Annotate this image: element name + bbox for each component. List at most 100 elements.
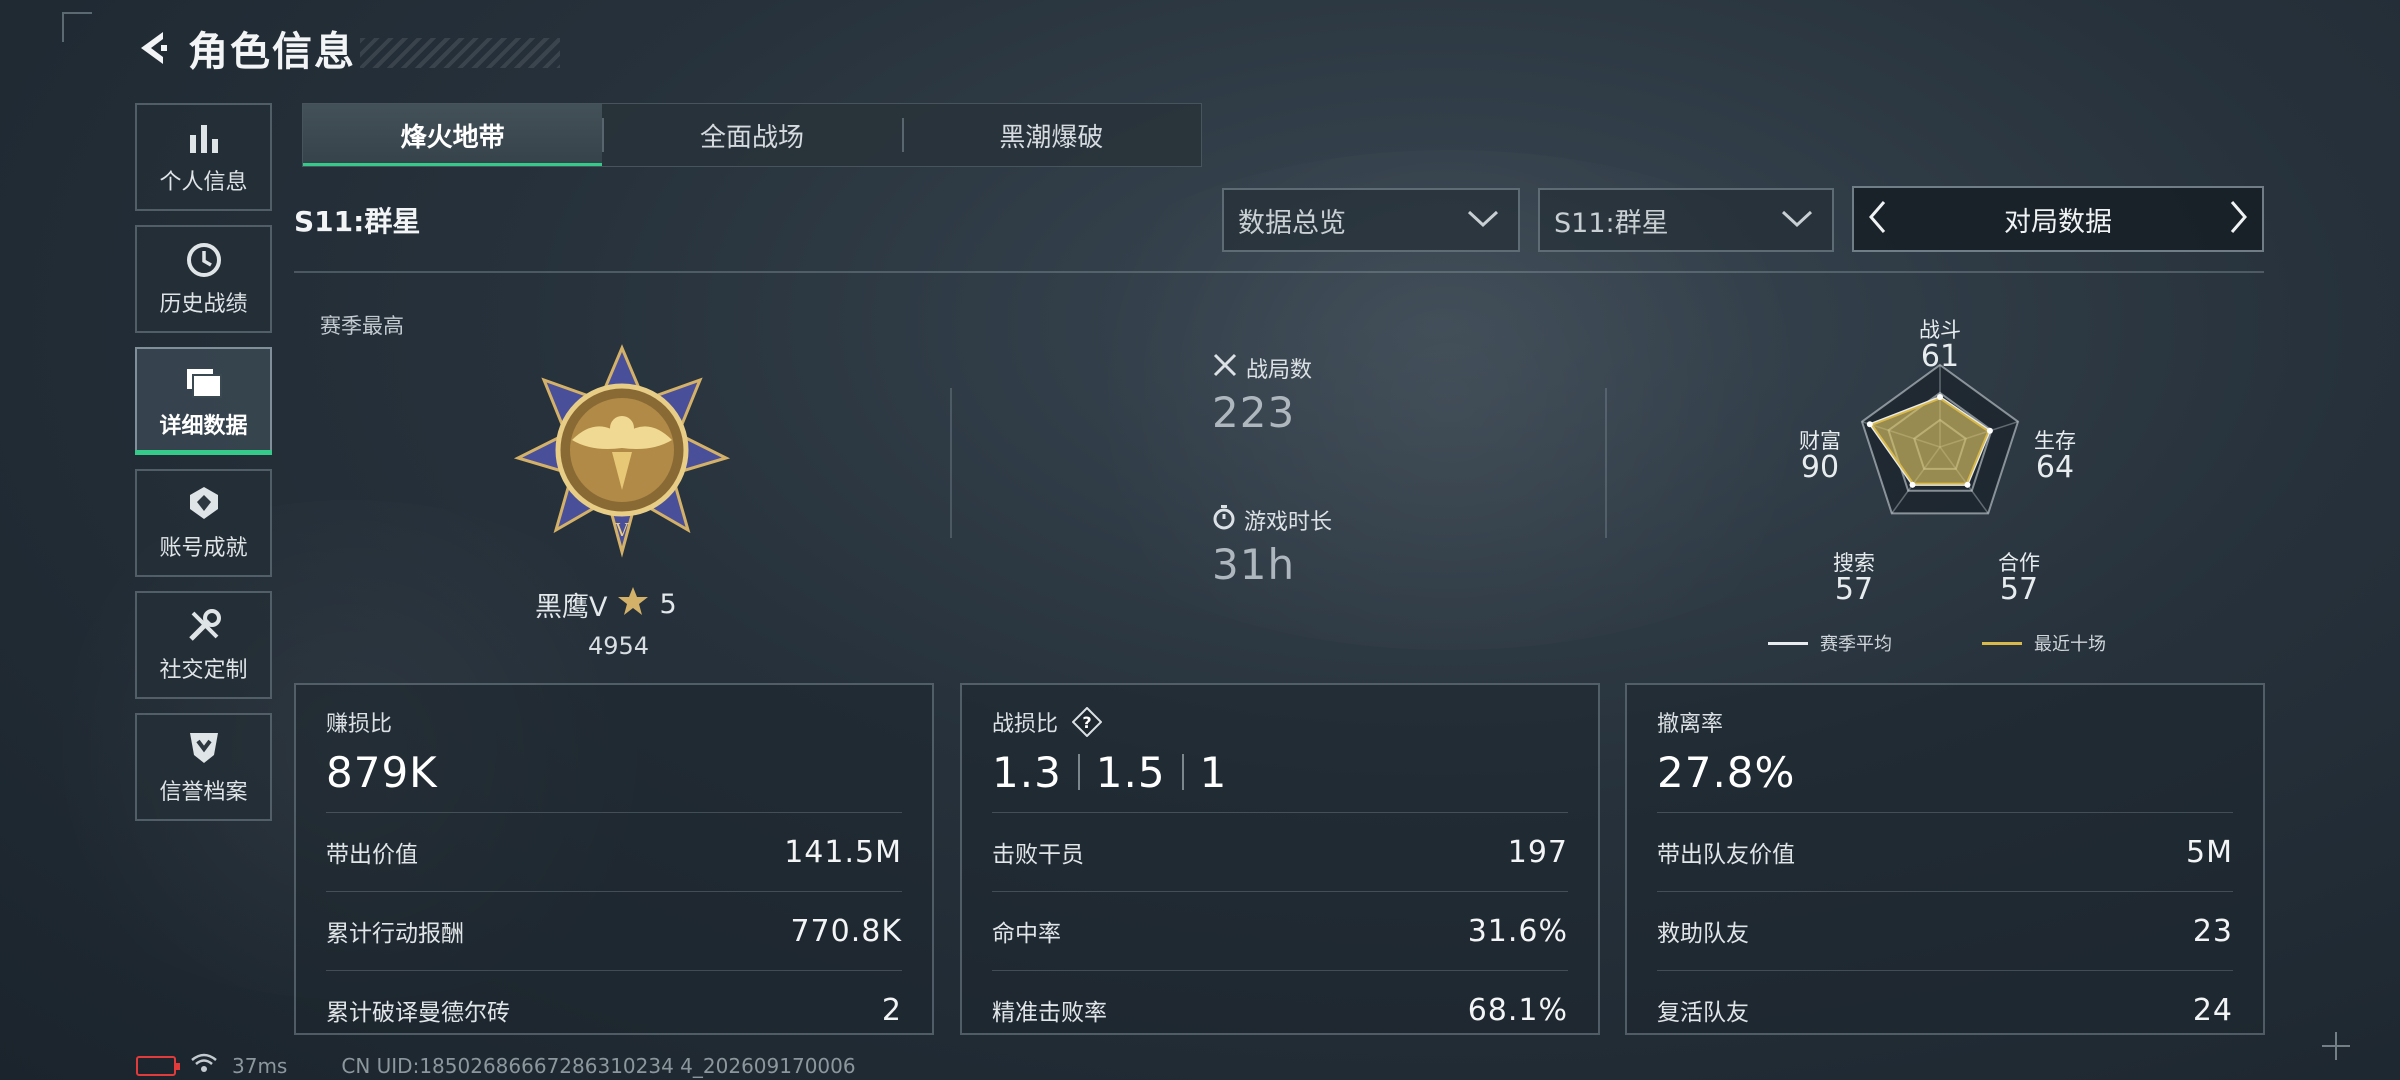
battery-icon [136,1055,180,1076]
sidebar-item-label: 历史战绩 [159,292,248,317]
rank-medal-icon: V [512,340,732,560]
card-big-value: 879K [326,747,438,797]
row-value: 141.5M [784,834,902,870]
sidebar-item-label: 账号成就 [159,536,248,561]
row-value: 23 [2192,913,2233,949]
row-label: 累计行动报酬 [326,921,464,947]
rank-score: 4954 [588,632,650,660]
legend-recent-ten: 最近十场 [1982,630,2106,656]
wrench-icon [185,606,223,646]
chevron-left-icon[interactable] [1866,199,1888,239]
stat-row: 救助队友 23 [1657,891,2233,970]
ratio-divider [1181,754,1184,790]
rank-name: 黑鹰Ⅴ [535,592,608,623]
chevron-right-icon[interactable] [2228,199,2250,239]
wifi-icon [190,1052,218,1079]
overview-dropdown[interactable]: 数据总览 [1222,188,1520,252]
radar-label-cooperation: 合作 57 [1998,551,2040,608]
season-label: S11:群星 [294,205,421,238]
rank-stars: 5 [659,589,677,620]
dropdown-value: S11:群星 [1554,207,1669,239]
sidebar-item-label: 社交定制 [159,658,248,683]
row-label: 击败干员 [992,842,1084,868]
data-pager: 对局数据 [1852,186,2264,252]
stat-row: 精准击败率 68.1% [992,970,1568,1049]
clock-icon [186,240,222,280]
legend-label: 赛季平均 [1820,634,1892,655]
radar-label-combat: 战斗 61 [1919,318,1961,375]
playtime-value: 31h [1212,540,1296,589]
row-value: 31.6% [1467,913,1568,949]
row-value: 197 [1507,834,1568,870]
season-dropdown[interactable]: S11:群星 [1538,188,1834,252]
radar-chart: 战斗 61 生存 64 合作 57 搜索 57 财富 90 [1780,312,2100,605]
row-label: 带出队友价值 [1657,842,1795,868]
vertical-divider [1605,388,1607,538]
ratio-divider [1077,754,1080,790]
pager-title: 对局数据 [2004,206,2112,238]
stat-row: 累计破译曼德尔砖 2 [326,970,902,1049]
svg-text:?: ? [1082,713,1091,732]
kd-card: 战损比 ? 1.3 1.5 1 击败干员 197 命中率 31.6% 精准击败率 68… [960,683,1600,1035]
radar-point [1866,421,1873,428]
ratio-value: 1 [1199,747,1228,797]
help-icon[interactable]: ? [1072,707,1103,737]
tab-fire-zone[interactable]: 烽火地带 [303,104,603,166]
row-label: 累计破译曼德尔砖 [326,1000,510,1026]
ratio-value: 1.3 [992,747,1062,797]
row-value: 68.1% [1467,992,1568,1028]
card-title: 赚损比 [326,712,393,737]
matches-label: 战局数 [1246,358,1313,383]
card-title: 战损比 [992,712,1059,737]
dropdown-value: 数据总览 [1238,207,1346,239]
radar-label-survival: 生存 64 [2034,429,2076,486]
row-label: 复活队友 [1657,1000,1749,1026]
radar-label-search: 搜索 57 [1833,551,1875,608]
sidebar-item-social[interactable]: 社交定制 [135,591,272,699]
stat-row: 复活队友 24 [1657,970,2233,1049]
radar-point [1937,393,1943,400]
profit-card: 赚损比 879K 带出价值 141.5M 累计行动报酬 770.8K 累计破译曼德尔… [294,683,934,1035]
row-value: 2 [881,992,902,1028]
chevron-down-icon [1780,205,1814,236]
folder-icon [185,362,223,402]
row-label: 精准击败率 [992,1000,1107,1026]
section-divider [294,271,2264,273]
back-arrow-icon[interactable] [130,24,178,72]
ratio-value: 1.5 [1095,747,1166,797]
tab-black-tide[interactable]: 黑潮爆破 [901,104,1201,166]
card-title: 撤离率 [1657,712,1724,737]
stat-row: 命中率 31.6% [992,891,1568,970]
status-footer: 37ms CN UID:18502686667286310234 4_20260… [136,1052,856,1079]
matches-value: 223 [1212,388,1296,437]
extract-card: 撤离率 27.8% 带出队友价值 5M 救助队友 23 复活队友 24 [1625,683,2265,1035]
row-label: 命中率 [992,921,1061,947]
legend-swatch [1982,641,2022,645]
mode-tabs: 烽火地带 全面战场 黑潮爆破 [302,103,1202,167]
playtime-label: 游戏时长 [1244,510,1333,535]
plus-icon [2320,1030,2352,1062]
badge-icon [186,484,222,524]
svg-text:V: V [615,520,630,541]
sidebar-item-credit[interactable]: 信誉档案 [135,713,272,821]
chevron-down-icon [1466,205,1500,236]
crossed-swords-icon [1212,352,1238,384]
sidebar-item-personal-info[interactable]: 个人信息 [135,103,272,211]
row-value: 24 [2192,992,2233,1028]
tab-full-battlefield[interactable]: 全面战场 [602,104,901,166]
legend-swatch [1768,641,1808,645]
sidebar: 个人信息 历史战绩 详细数据 账号成就 社交定制 信誉档案 [135,103,272,835]
season-best-label: 赛季最高 [320,314,404,338]
rank-row: 黑鹰Ⅴ 5 [535,585,677,624]
stat-row: 击败干员 197 [992,812,1568,891]
bar-chart-icon [187,118,221,158]
sidebar-item-achievements[interactable]: 账号成就 [135,469,272,577]
card-title-row: 战损比 ? [992,706,1568,738]
row-value: 770.8K [790,913,902,949]
stat-row: 累计行动报酬 770.8K [326,891,902,970]
sidebar-item-detail-data[interactable]: 详细数据 [135,347,272,455]
legend-label: 最近十场 [2034,634,2106,655]
row-label: 救助队友 [1657,921,1749,947]
sidebar-item-label: 信誉档案 [159,780,248,805]
sidebar-item-history[interactable]: 历史战绩 [135,225,272,333]
